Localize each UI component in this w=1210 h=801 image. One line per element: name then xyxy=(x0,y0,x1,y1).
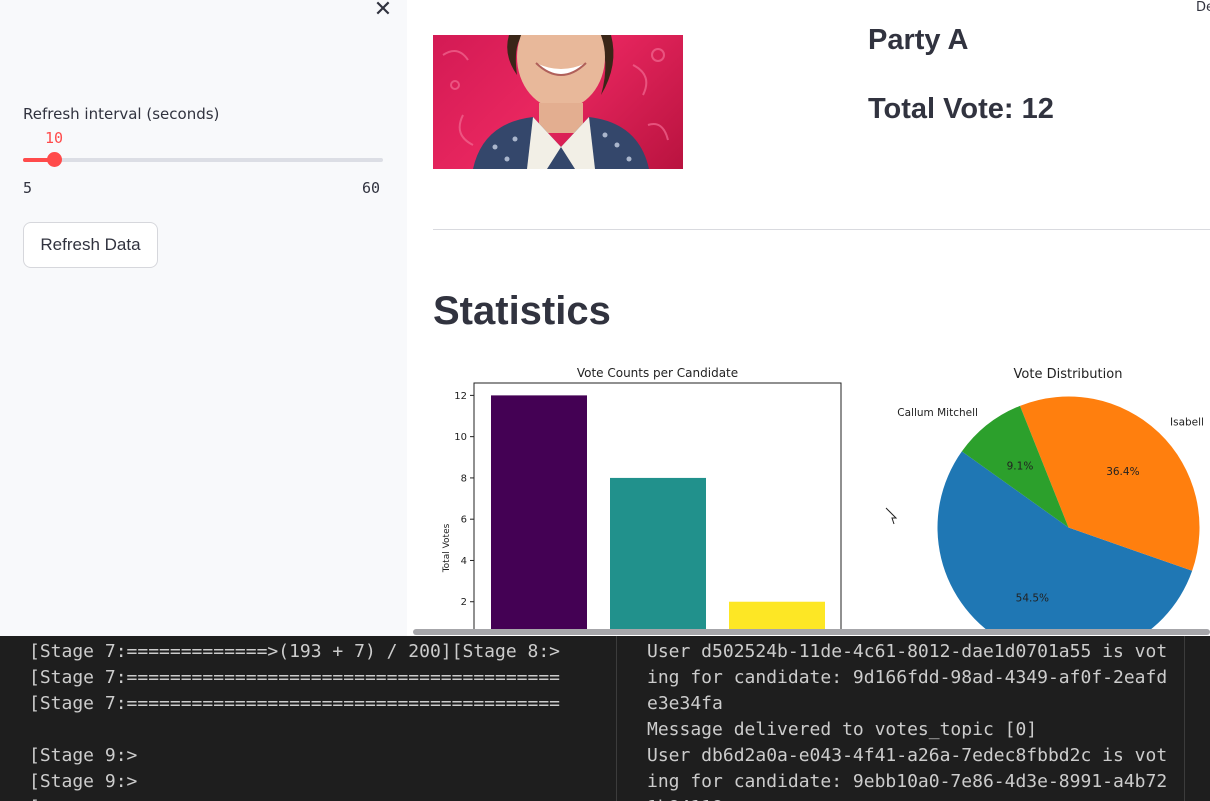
close-icon[interactable]: ✕ xyxy=(371,0,395,22)
slider-label: Refresh interval (seconds) xyxy=(23,105,220,123)
y-tick-label-2: 2 xyxy=(461,597,467,608)
candidate-photo-illustration xyxy=(442,35,669,169)
terminal-line: [Stage 9:> xyxy=(29,771,138,792)
terminal-line: [Stage 7:===============================… xyxy=(29,667,561,688)
terminal-left[interactable]: [Stage 7:=============>(193 + 7) / 200][… xyxy=(0,636,610,801)
deploy-button-fragment[interactable]: De xyxy=(1196,0,1210,15)
terminal-line: [Stage 9:> xyxy=(29,745,138,766)
slider-min-label: 5 xyxy=(23,179,33,197)
y-tick-label-12: 12 xyxy=(454,391,467,402)
pie-pct-label-1: 36.4% xyxy=(1106,466,1139,478)
y-tick-label-4: 4 xyxy=(461,556,467,567)
candidate-photo xyxy=(433,35,683,169)
refresh-interval-slider[interactable] xyxy=(23,152,383,167)
terminal-line: [ xyxy=(29,795,40,801)
bar-2 xyxy=(729,601,825,630)
streamlit-app: ✕ Refresh interval (seconds) 10 5 60 Ref… xyxy=(0,0,1210,636)
terminal-line: ing for candidate: 9d166fdd-98ad-4349-af… xyxy=(647,667,1168,688)
terminal-right[interactable]: User d502524b-11de-4c61-8012-dae1d0701a5… xyxy=(610,636,1210,801)
terminal-line: [Stage 7:===============================… xyxy=(29,693,561,714)
mouse-cursor-icon xyxy=(885,507,898,525)
terminal-line: [Stage 7:=============>(193 + 7) / 200][… xyxy=(29,641,561,662)
candidate-total-vote: Total Vote: 12 xyxy=(868,93,1054,125)
terminal-line: User d502524b-11de-4c61-8012-dae1d0701a5… xyxy=(647,641,1168,662)
terminal-line: 1b84118 xyxy=(647,795,723,801)
terminal-line: User db6d2a0a-e043-4f41-a26a-7edec8fbbd2… xyxy=(647,745,1168,766)
pie-label-2: Callum Mitchell xyxy=(897,407,978,419)
divider xyxy=(433,229,1210,230)
terminal-divider xyxy=(616,636,617,801)
horizontal-scrollbar[interactable] xyxy=(413,629,1210,635)
y-tick-label-8: 8 xyxy=(461,473,467,484)
bar-1 xyxy=(610,477,706,630)
candidate-party: Party A xyxy=(868,24,969,56)
refresh-data-button[interactable]: Refresh Data xyxy=(23,222,158,268)
vote-distribution-pie-chart: Vote Distribution 54.5% 36.4% Isabell 9.1% Ca… xyxy=(897,367,1204,630)
y-tick-label-6: 6 xyxy=(461,515,467,526)
bar-chart-title: Vote Counts per Candidate xyxy=(577,366,738,380)
pie-label-1: Isabell xyxy=(1170,417,1204,429)
slider-thumb[interactable] xyxy=(47,152,63,167)
terminal-line: ing for candidate: 9ebb10a0-7e86-4d3e-89… xyxy=(647,771,1168,792)
slider-max-label: 60 xyxy=(362,179,381,197)
vote-counts-bar-chart: Vote Counts per Candidate Total Votes 2 4 6 8… xyxy=(442,366,842,630)
bar-0 xyxy=(491,395,587,630)
terminal-line: Message delivered to votes_topic [0] xyxy=(647,719,1038,740)
sidebar: ✕ Refresh interval (seconds) 10 5 60 Ref… xyxy=(0,0,407,636)
statistics-heading: Statistics xyxy=(433,289,611,333)
y-tick-label-10: 10 xyxy=(454,432,467,443)
slider-current-value: 10 xyxy=(45,129,64,147)
pie-pct-label-2: 9.1% xyxy=(1007,461,1034,473)
bar-chart-ylabel: Total Votes xyxy=(442,523,452,573)
terminal-divider-right xyxy=(1184,636,1185,801)
terminal-line: e3e34fa xyxy=(647,693,723,714)
pie-chart-title: Vote Distribution xyxy=(1014,367,1123,382)
pie-pct-label-0: 54.5% xyxy=(1016,592,1049,604)
